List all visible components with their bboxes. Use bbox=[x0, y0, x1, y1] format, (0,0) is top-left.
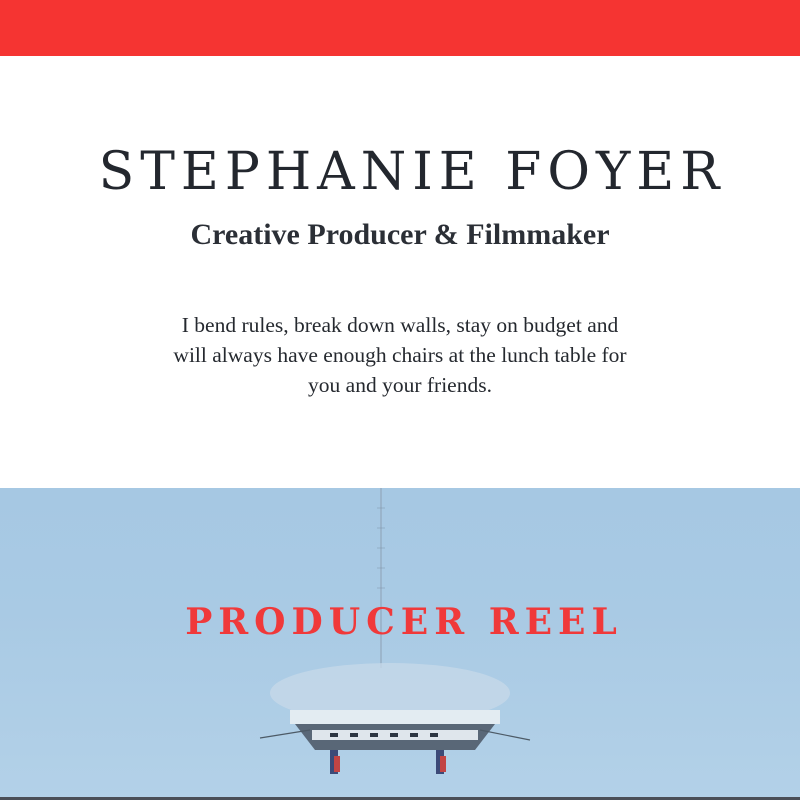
tagline: Creative Producer & Filmmaker bbox=[190, 218, 610, 251]
bio-line: I bend rules, break down walls, stay on … bbox=[181, 313, 619, 337]
bio-line: will always have enough chairs at the lu… bbox=[173, 343, 627, 367]
producer-reel-section[interactable]: PRODUCER REEL bbox=[0, 488, 800, 800]
boat-image bbox=[259, 663, 531, 774]
bio-line: you and your friends. bbox=[308, 373, 492, 397]
bio-text: I bend rules, break down walls, stay on … bbox=[100, 310, 700, 400]
reel-title[interactable]: PRODUCER REEL bbox=[0, 600, 792, 644]
page-title: STEPHANIE FOYER bbox=[98, 142, 726, 202]
top-accent-bar bbox=[0, 0, 800, 56]
hero-section: STEPHANIE FOYER Creative Producer & Film… bbox=[0, 56, 800, 488]
